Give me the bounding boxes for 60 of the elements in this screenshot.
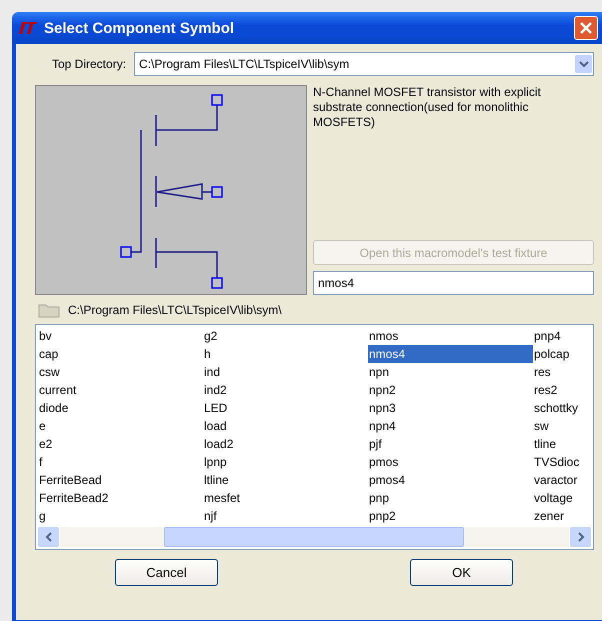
list-item[interactable]: npn4 [368, 417, 533, 435]
symbol-name-field[interactable]: nmos4 [313, 271, 594, 295]
list-item[interactable]: pmos [368, 453, 533, 471]
symbol-description: N-Channel MOSFET transistor with explicit substrate connection(used for monolithic MOSFETS) [313, 85, 542, 131]
list-item[interactable]: nmos4 [368, 345, 533, 363]
list-item[interactable]: ltline [203, 471, 368, 489]
list-item[interactable]: load [203, 417, 368, 435]
current-path: C:\Program Files\LTC\LTspiceIV\lib\sym\ [68, 303, 282, 317]
list-item[interactable]: FerriteBead [38, 471, 203, 489]
list-item[interactable]: nmos [368, 327, 533, 345]
list-item[interactable]: lpnp [203, 453, 368, 471]
list-item[interactable]: zener [533, 507, 587, 525]
list-item[interactable]: h [203, 345, 368, 363]
list-item[interactable]: load2 [203, 435, 368, 453]
list-item[interactable]: pnp2 [368, 507, 533, 525]
field-label: Top Directory: [52, 57, 126, 71]
list-item[interactable]: g [38, 507, 203, 525]
window-title: Select Component Symbol [44, 20, 236, 36]
list-item[interactable]: schottky [533, 399, 587, 417]
ok-button[interactable]: OK [410, 559, 513, 586]
list-item[interactable]: TVSdioc [533, 453, 587, 471]
list-item[interactable]: e2 [38, 435, 203, 453]
list-item[interactable]: e [38, 417, 203, 435]
list-item[interactable]: f [38, 453, 203, 471]
scrollbar-thumb[interactable] [164, 527, 464, 547]
list-item[interactable]: diode [38, 399, 203, 417]
list-item[interactable]: pnp4 [533, 327, 587, 345]
close-button[interactable] [574, 16, 598, 40]
list-item[interactable]: npn3 [368, 399, 533, 417]
close-icon[interactable] [579, 21, 593, 35]
list-item[interactable]: sw [533, 417, 587, 435]
list-item[interactable]: ind [203, 363, 368, 381]
list-item[interactable]: varactor [533, 471, 587, 489]
list-item[interactable]: cap [38, 345, 203, 363]
directory-dropdown[interactable]: C:\Program Files\LTC\LTspiceIV\lib\sym [134, 52, 594, 76]
list-item[interactable]: njf [203, 507, 368, 525]
list-item[interactable]: mesfet [203, 489, 368, 507]
list-item[interactable]: npn2 [368, 381, 533, 399]
list-item[interactable]: g2 [203, 327, 368, 345]
cancel-button[interactable]: Cancel [115, 559, 218, 586]
list-item[interactable]: ind2 [203, 381, 368, 399]
list-item[interactable]: tline [533, 435, 587, 453]
list-item[interactable]: voltage [533, 489, 587, 507]
list-item[interactable]: LED [203, 399, 368, 417]
list-item[interactable]: pmos4 [368, 471, 533, 489]
list-item[interactable]: res2 [533, 381, 587, 399]
scroll-left-icon[interactable] [38, 527, 59, 547]
scroll-right-icon[interactable] [570, 527, 591, 547]
list-item[interactable]: res [533, 363, 587, 381]
list-item[interactable]: FerriteBead2 [38, 489, 203, 507]
horizontal-scrollbar[interactable] [38, 527, 591, 547]
list-item[interactable]: csw [38, 363, 203, 381]
list-item[interactable]: bv [38, 327, 203, 345]
list-item[interactable]: pjf [368, 435, 533, 453]
list-item[interactable]: polcap [533, 345, 587, 363]
list-item[interactable]: pnp [368, 489, 533, 507]
list-item[interactable]: current [38, 381, 203, 399]
list-item[interactable]: npn [368, 363, 533, 381]
logo-icon [18, 21, 38, 35]
folder-icon [38, 302, 60, 318]
